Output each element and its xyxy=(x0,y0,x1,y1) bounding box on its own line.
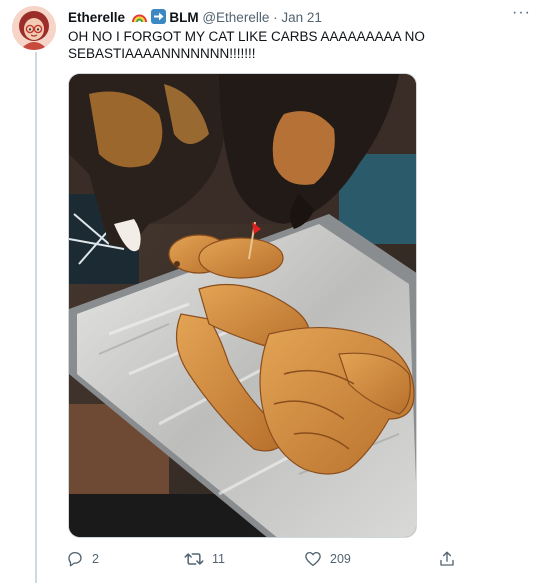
retweet-icon xyxy=(184,553,204,565)
tweet-photo[interactable] xyxy=(68,73,417,538)
tweet-text: OH NO I FORGOT MY CAT LIKE CARBS AAAAAAA… xyxy=(68,29,425,61)
right-arrow-icon xyxy=(150,9,166,24)
like-count: 209 xyxy=(330,552,351,566)
retweet-count: 11 xyxy=(212,552,225,566)
author-name-suffix[interactable]: BLM xyxy=(169,10,198,25)
avatar-illustration xyxy=(12,6,56,50)
header-separator: · xyxy=(273,10,278,25)
author-name[interactable]: Etherelle xyxy=(68,10,125,25)
retweet-button[interactable]: 11 xyxy=(184,547,225,571)
tweet-actions: 2 11 209 xyxy=(66,547,466,571)
thread-line xyxy=(35,52,37,583)
share-button[interactable] xyxy=(438,547,456,571)
reply-count: 2 xyxy=(92,552,99,566)
heart-icon xyxy=(305,551,321,567)
avatar[interactable] xyxy=(12,6,56,50)
photo-cat-and-bread xyxy=(69,74,416,537)
tweet-header: Etherelle BLM @Etherelle · Jan 21 xyxy=(68,9,322,25)
author-handle[interactable]: @Etherelle xyxy=(202,10,269,25)
share-icon xyxy=(440,551,454,566)
more-options-button[interactable]: ··· xyxy=(512,4,531,22)
reply-icon xyxy=(68,551,82,567)
rainbow-icon xyxy=(131,14,147,23)
like-button[interactable]: 209 xyxy=(304,547,351,571)
reply-button[interactable]: 2 xyxy=(66,547,99,571)
tweet-date[interactable]: Jan 21 xyxy=(281,10,322,25)
